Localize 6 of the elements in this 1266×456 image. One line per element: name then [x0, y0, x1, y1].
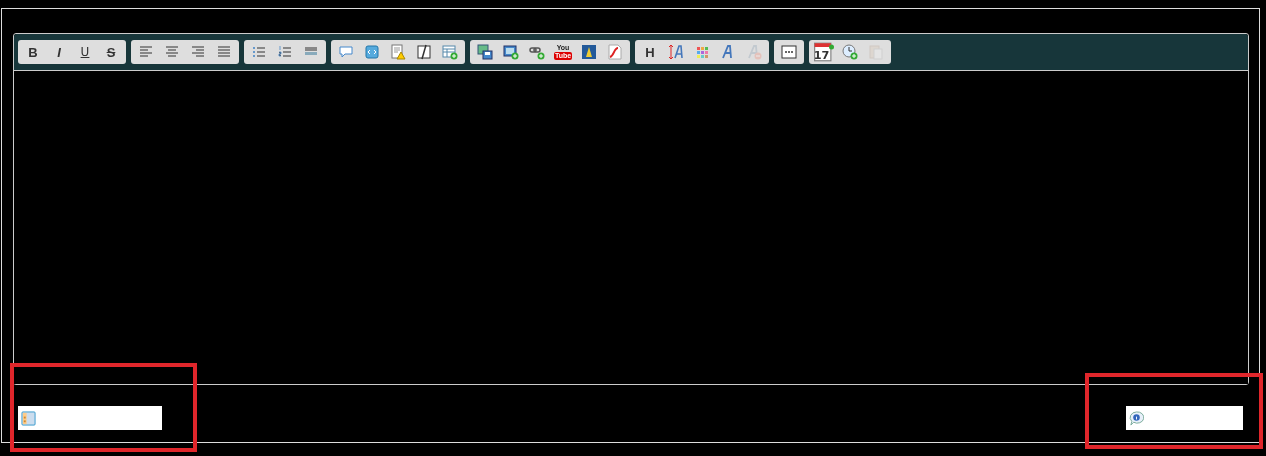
bold-button[interactable]: B [21, 41, 45, 63]
calendar-button[interactable]: 17 [812, 41, 836, 63]
strike-button[interactable]: S [99, 41, 123, 63]
italic-button[interactable]: I [47, 41, 71, 63]
heading-button[interactable]: H [638, 41, 662, 63]
underline-button[interactable]: U [73, 41, 97, 63]
